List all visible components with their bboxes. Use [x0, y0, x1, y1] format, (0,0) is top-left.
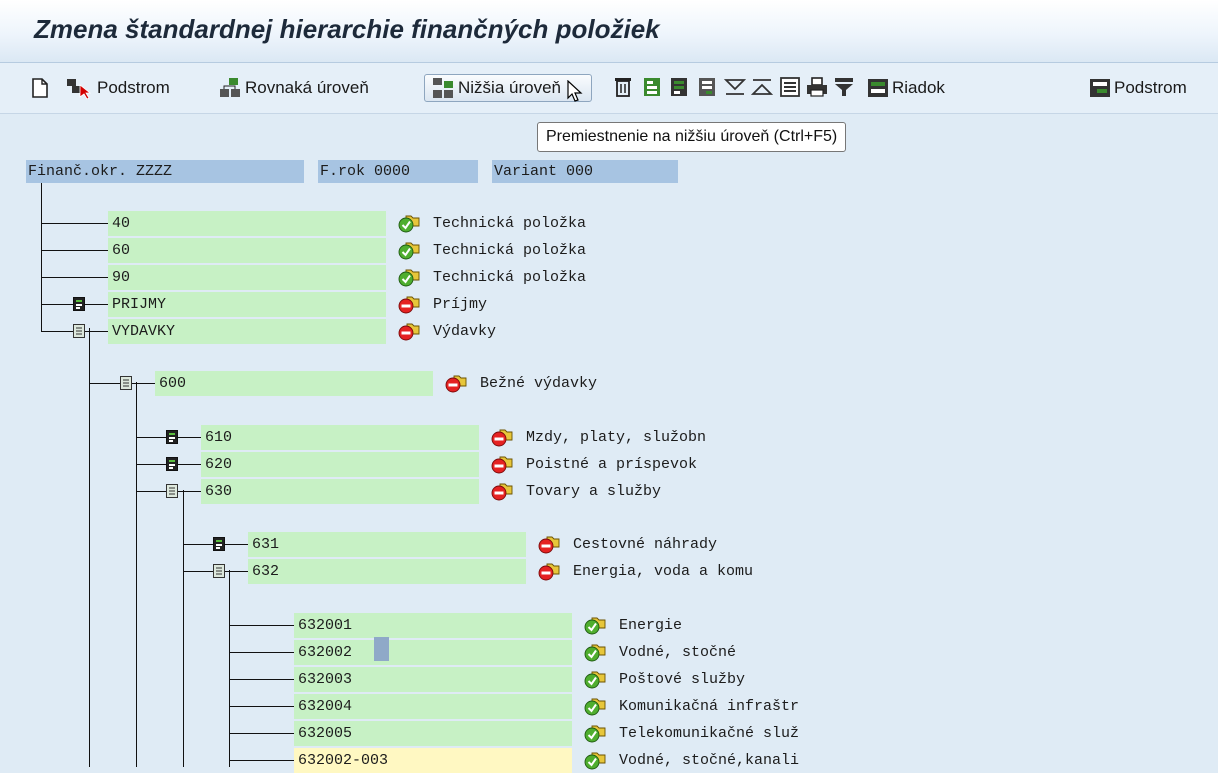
item-code-field[interactable]: 40: [108, 211, 386, 236]
status-ok-icon: [398, 215, 420, 233]
item-code-field[interactable]: 620: [201, 452, 479, 477]
item-code-field[interactable]: 610: [201, 425, 479, 450]
item-code-field[interactable]: 90: [108, 265, 386, 290]
item-code-field[interactable]: PRIJMY: [108, 292, 386, 317]
item-description: Cestovné náhrady: [573, 536, 718, 553]
item-description: Technická položka: [433, 269, 587, 286]
item-code-field[interactable]: 632002: [294, 640, 572, 665]
item-code-field[interactable]: 630: [201, 479, 479, 504]
hierarchy-tree: Finanč.okr. ZZZZ F.rok 0000 Variant 000 40 T…: [0, 0, 1218, 773]
status-stop-icon: [398, 296, 420, 314]
tree-connector: [229, 625, 294, 626]
item-description: Výdavky: [433, 323, 497, 340]
item-description: Poistné a príspevok: [526, 456, 698, 473]
item-code-field[interactable]: 60: [108, 238, 386, 263]
tree-trunk: [89, 342, 90, 371]
status-ok-icon: [398, 242, 420, 260]
tree-trunk: [89, 328, 90, 767]
item-code-field[interactable]: 600: [155, 371, 433, 396]
item-code-field[interactable]: 632002-003: [294, 748, 572, 773]
header-fiscal-year: F.rok 0000: [318, 160, 478, 183]
item-description: Energie: [619, 617, 683, 634]
folder-collapsed-icon[interactable]: [166, 430, 178, 444]
item-code-field[interactable]: 632004: [294, 694, 572, 719]
tree-connector: [41, 250, 108, 251]
item-description: Energia, voda a komu: [573, 563, 754, 580]
item-description: Poštové služby: [619, 671, 746, 688]
item-description: Tovary a služby: [526, 483, 662, 500]
tree-connector: [229, 760, 294, 761]
tree-connector: [229, 652, 294, 653]
tree-connector: [229, 733, 294, 734]
item-code-field[interactable]: 632: [248, 559, 526, 584]
status-stop-icon: [445, 375, 467, 393]
folder-expanded-icon[interactable]: [213, 564, 225, 578]
folder-collapsed-icon[interactable]: [73, 297, 85, 311]
status-ok-icon: [584, 617, 606, 635]
tree-trunk: [229, 584, 230, 613]
status-ok-icon: [584, 671, 606, 689]
item-code-field[interactable]: 632003: [294, 667, 572, 692]
status-stop-icon: [491, 429, 513, 447]
status-ok-icon: [584, 644, 606, 662]
item-code-field[interactable]: 632005: [294, 721, 572, 746]
status-stop-icon: [398, 323, 420, 341]
item-description: Bežné výdavky: [480, 375, 598, 392]
item-description: Vodné, stočné,kanali: [619, 752, 800, 769]
folder-collapsed-icon[interactable]: [166, 457, 178, 471]
status-stop-icon: [538, 536, 560, 554]
folder-expanded-icon[interactable]: [166, 484, 178, 498]
status-ok-icon: [584, 698, 606, 716]
tree-connector: [41, 223, 108, 224]
tree-trunk: [183, 504, 184, 532]
item-description: Komunikačná infraštr: [619, 698, 800, 715]
status-stop-icon: [491, 456, 513, 474]
item-code-field[interactable]: 631: [248, 532, 526, 557]
item-description: Mzdy, platy, služobn: [526, 429, 707, 446]
tree-trunk: [41, 183, 42, 331]
tree-connector: [229, 706, 294, 707]
status-stop-icon: [491, 483, 513, 501]
folder-collapsed-icon[interactable]: [213, 537, 225, 551]
tree-trunk: [136, 396, 137, 425]
item-description: Technická položka: [433, 215, 587, 232]
folder-expanded-icon[interactable]: [120, 376, 132, 390]
tree-trunk: [136, 382, 137, 767]
tree-connector: [41, 277, 108, 278]
header-variant: Variant 000: [492, 160, 678, 183]
status-stop-icon: [538, 563, 560, 581]
item-description: Technická položka: [433, 242, 587, 259]
header-financial-area: Finanč.okr. ZZZZ: [26, 160, 304, 183]
status-ok-icon: [584, 725, 606, 743]
text-cursor-selection: [374, 637, 389, 661]
item-code-field[interactable]: 632001: [294, 613, 572, 638]
item-description: Vodné, stočné: [619, 644, 737, 661]
item-code-field[interactable]: VYDAVKY: [108, 319, 386, 344]
tree-connector: [229, 679, 294, 680]
status-ok-icon: [398, 269, 420, 287]
item-description: Telekomunikačné služ: [619, 725, 800, 742]
item-description: Príjmy: [433, 296, 488, 313]
status-ok-icon: [584, 752, 606, 770]
folder-expanded-icon[interactable]: [73, 324, 85, 338]
